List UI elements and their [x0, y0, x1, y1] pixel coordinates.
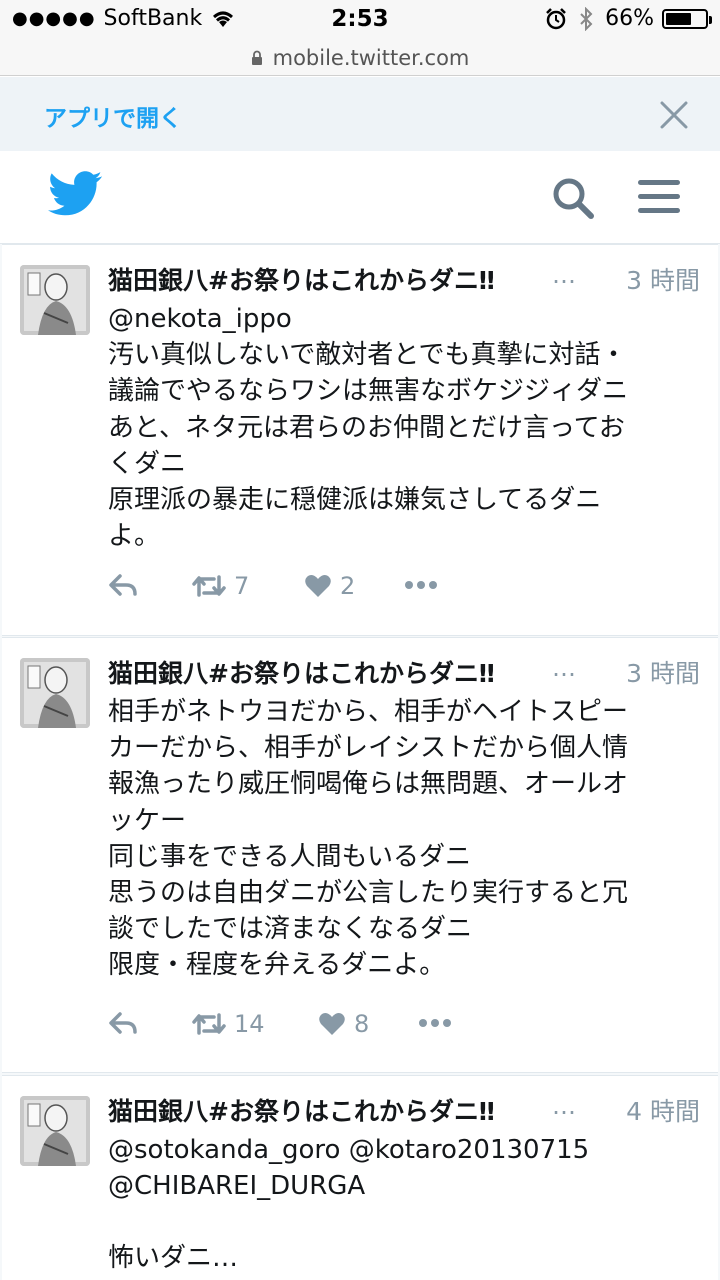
more-icon [405, 581, 437, 589]
twitter-bird-icon[interactable] [48, 171, 102, 217]
author-name[interactable]: 猫田銀八#お祭りはこれからダニ‼ [108, 654, 495, 690]
more-button[interactable] [418, 1010, 452, 1036]
author-name[interactable]: 猫田銀八#お祭りはこれからダニ‼ [108, 261, 495, 297]
tweet-line[interactable]: @CHIBAREI_DURGA [108, 1168, 698, 1204]
like-count: 8 [354, 1010, 370, 1038]
tweet-line: 同じ事をできる人間もいるダニ [108, 841, 471, 872]
tweet-header: 猫田銀八#お祭りはこれからダニ‼ … 3 時間 [108, 654, 708, 690]
timeline: 猫田銀八#お祭りはこれからダニ‼ … 3 時間 @nekota_ippo 汚い真… [0, 244, 720, 1280]
retweet-button[interactable]: 7 [192, 572, 249, 600]
battery-level [666, 12, 692, 25]
tweet-header: 猫田銀八#お祭りはこれからダニ‼ … 3 時間 [108, 261, 708, 297]
name-ellipsis: … [552, 261, 576, 289]
reply-button[interactable] [108, 1010, 138, 1036]
heart-icon [319, 1013, 345, 1035]
avatar[interactable] [20, 658, 90, 728]
tweet-line: あと、ネタ元は君らのお仲間とだけ言ってお [108, 412, 625, 443]
tweet-line: 談でしたでは済まなくなるダニ [108, 914, 473, 945]
url-text: mobile.twitter.com [272, 45, 470, 70]
lock-icon [251, 50, 262, 65]
tweet[interactable]: 猫田銀八#お祭りはこれからダニ‼ … 3 時間 相手がネトウヨだから、相手がヘイ… [2, 637, 718, 1073]
menu-icon[interactable] [636, 177, 682, 217]
retweet-icon [192, 1013, 226, 1035]
tweet-timestamp[interactable]: 3 時間 [626, 261, 700, 297]
status-bar: ●●●●● SoftBank 2:53 66% [0, 0, 720, 40]
more-button[interactable] [404, 572, 438, 598]
like-button[interactable]: 8 [318, 1010, 369, 1038]
tweet-line: 相手がネトウヨだから、相手がヘイトスピー [108, 697, 629, 727]
tweet-line: 思うのは自由ダニが公言したり実行すると冗 [108, 878, 629, 909]
close-icon[interactable] [656, 97, 692, 133]
like-button[interactable]: 2 [304, 572, 355, 600]
avatar[interactable] [20, 1096, 90, 1166]
tweet-line: 怖いダニ… [108, 1243, 239, 1274]
retweet-icon [192, 575, 226, 597]
tweet-line: カーだから、相手がレイシストだから個人情 [108, 733, 629, 764]
author-name[interactable]: 猫田銀八#お祭りはこれからダニ‼ [108, 1092, 495, 1128]
status-right: 66% [545, 6, 712, 31]
avatar-image [20, 658, 90, 728]
tweet-line: ッケー [108, 805, 187, 836]
tweet[interactable]: 猫田銀八#お祭りはこれからダニ‼ … 3 時間 @nekota_ippo 汚い真… [2, 244, 718, 636]
avatar[interactable] [20, 265, 90, 335]
reply-button[interactable] [108, 572, 138, 598]
reply-icon [109, 574, 137, 596]
battery-percent: 66% [605, 6, 654, 31]
reply-icon [109, 1012, 137, 1034]
tweet[interactable]: 猫田銀八#お祭りはこれからダニ‼ … 4 時間 @sotokanda_goro … [2, 1075, 718, 1280]
name-ellipsis: … [552, 654, 576, 682]
tweet-text: 相手がネトウヨだから、相手がヘイトスピー カーだから、相手がレイシストだから個人… [108, 694, 698, 984]
tweet-line [108, 1204, 698, 1240]
tweet-line: 議論でやるならワシは無害なボケジジィダニ [108, 376, 629, 407]
tweet-header: 猫田銀八#お祭りはこれからダニ‼ … 4 時間 [108, 1092, 708, 1128]
avatar-image [20, 265, 90, 335]
battery-icon [662, 8, 712, 29]
alarm-icon [546, 7, 566, 29]
like-count: 2 [340, 572, 356, 600]
more-icon [419, 1019, 451, 1027]
avatar-image [20, 1096, 90, 1166]
tweet-line: 報漁ったり威圧恫喝俺らは無問題、オールオ [108, 769, 629, 800]
tweet-actions: 7 2 [108, 572, 508, 606]
tweet-line: @nekota_ippo [108, 304, 292, 334]
search-icon[interactable] [550, 175, 596, 221]
name-ellipsis: … [552, 1092, 576, 1120]
retweet-count: 14 [234, 1010, 265, 1038]
open-in-app-link[interactable]: アプリで開く [44, 99, 182, 133]
tweet-actions: 14 8 [108, 1010, 508, 1044]
tweet-timestamp[interactable]: 3 時間 [626, 654, 700, 690]
twitter-header [0, 151, 720, 244]
open-in-app-banner: アプリで開く [0, 77, 720, 151]
tweet-line: よ。 [108, 521, 161, 552]
tweet-line[interactable]: @sotokanda_goro @kotaro20130715 [108, 1132, 698, 1168]
url-bar[interactable]: mobile.twitter.com [0, 40, 720, 76]
retweet-count: 7 [234, 572, 250, 600]
tweet-line: 汚い真似しないで敵対者とでも真摯に対話・ [108, 340, 627, 371]
tweet-text: @nekota_ippo 汚い真似しないで敵対者とでも真摯に対話・ 議論でやるな… [108, 301, 698, 554]
tweet-line: 原理派の暴走に穏健派は嫌気さしてるダニ [108, 485, 602, 516]
bluetooth-icon [580, 6, 593, 31]
tweet-text: @sotokanda_goro @kotaro20130715 @CHIBARE… [108, 1132, 698, 1277]
retweet-button[interactable]: 14 [192, 1010, 265, 1038]
heart-icon [305, 575, 331, 597]
tweet-line: 限度・程度を弁えるダニよ。 [108, 950, 446, 981]
tweet-timestamp[interactable]: 4 時間 [626, 1092, 700, 1128]
tweet-line: くダニ [108, 448, 187, 479]
